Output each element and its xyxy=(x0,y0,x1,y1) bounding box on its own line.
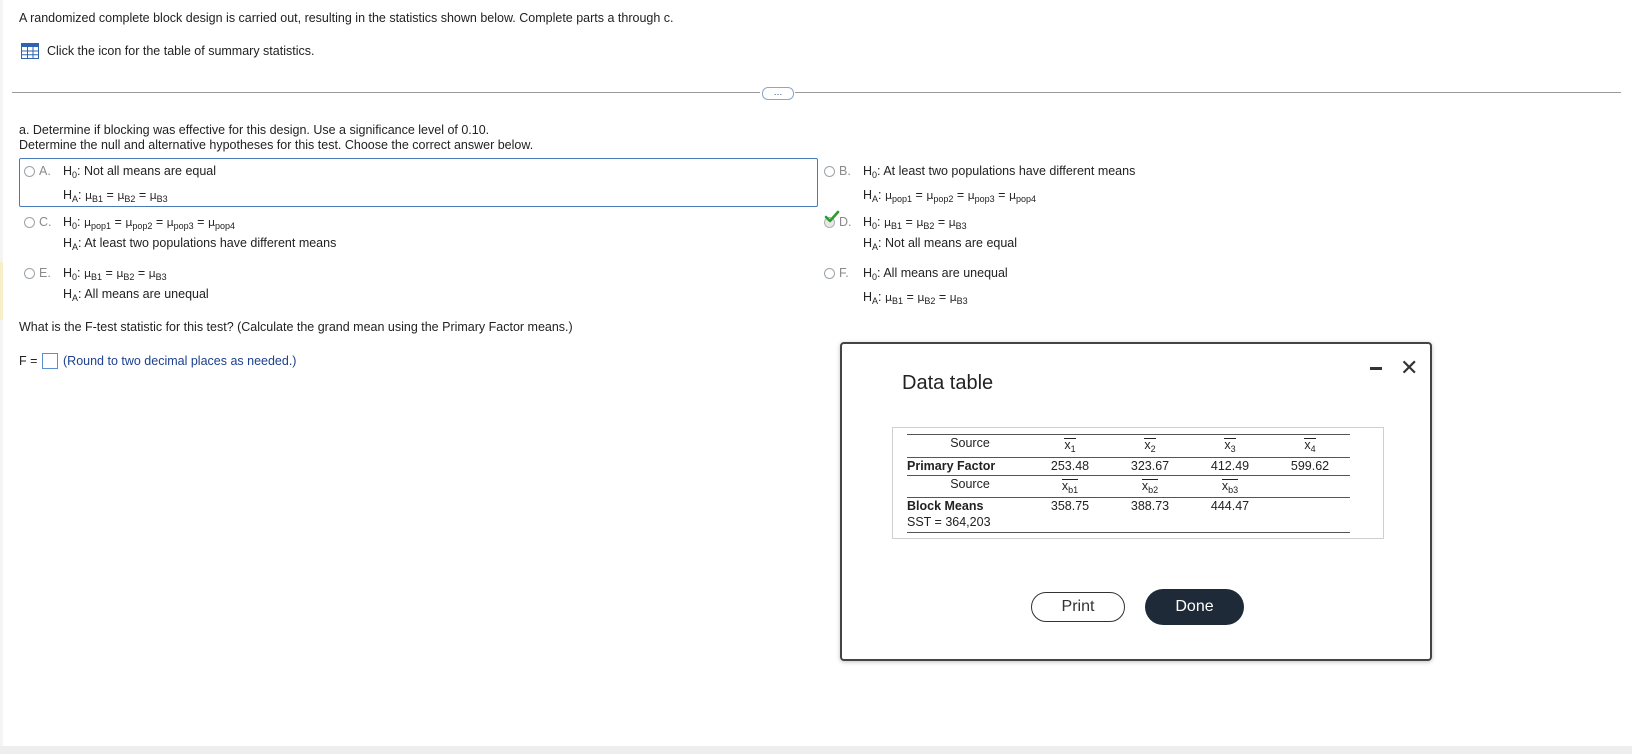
option-d-letter: D. xyxy=(839,215,852,229)
table-rule-2 xyxy=(907,457,1350,458)
option-b-letter: B. xyxy=(839,164,851,178)
primary-value-2: 323.67 xyxy=(1130,459,1170,473)
close-icon[interactable]: ✕ xyxy=(1400,357,1418,379)
option-f-radio[interactable] xyxy=(824,268,835,279)
option-c-radio[interactable] xyxy=(24,217,35,228)
block-value-3: 444.47 xyxy=(1210,499,1250,513)
xbar-b2-header: xb2 xyxy=(1141,479,1159,495)
primary-value-3: 412.49 xyxy=(1210,459,1250,473)
block-value-1: 358.75 xyxy=(1050,499,1090,513)
primary-factor-label: Primary Factor xyxy=(907,459,996,473)
option-e-radio[interactable] xyxy=(24,268,35,279)
option-c-letter: C. xyxy=(39,215,52,229)
left-edge xyxy=(0,0,3,746)
problem-statement: A randomized complete block design is ca… xyxy=(19,11,674,25)
option-c-alternative: HA: At least two populations have differ… xyxy=(63,236,337,252)
option-a-alternative: HA: μB1 = μB2 = μB3 xyxy=(63,188,168,204)
option-b-radio[interactable] xyxy=(824,166,835,177)
source-header-1: Source xyxy=(950,436,990,450)
done-button[interactable]: Done xyxy=(1145,589,1244,625)
option-a-null: H0: Not all means are equal xyxy=(63,164,217,180)
table-icon[interactable] xyxy=(21,43,39,59)
minimize-icon[interactable] xyxy=(1370,367,1382,370)
part-a-question: Determine the null and alternative hypot… xyxy=(19,138,534,152)
summary-statistics-link[interactable]: Click the icon for the table of summary … xyxy=(47,44,314,59)
xbar2-header: x2 xyxy=(1144,438,1156,454)
option-e-null: H0: μB1 = μB2 = μB3 xyxy=(63,266,167,282)
primary-value-4: 599.62 xyxy=(1290,459,1330,473)
option-f-letter: F. xyxy=(839,266,849,280)
xbar4-header: x4 xyxy=(1304,438,1316,454)
primary-value-1: 253.48 xyxy=(1050,459,1090,473)
option-e-alternative: HA: All means are unequal xyxy=(63,287,209,303)
divider-right xyxy=(795,92,1621,93)
xbar-b3-header: xb3 xyxy=(1221,479,1239,495)
xbar1-header: x1 xyxy=(1064,438,1076,454)
option-b-alternative: HA: μpop1 = μpop2 = μpop3 = μpop4 xyxy=(863,188,1036,204)
checkmark-icon xyxy=(824,210,840,223)
option-a-letter: A. xyxy=(39,164,51,178)
f-statistic-question: What is the F-test statistic for this te… xyxy=(19,320,573,334)
block-value-2: 388.73 xyxy=(1130,499,1170,513)
table-rule-4 xyxy=(907,497,1350,498)
option-a-radio[interactable] xyxy=(24,166,35,177)
part-a-instruction: a. Determine if blocking was effective f… xyxy=(19,123,490,137)
option-b-null: H0: At least two populations have differ… xyxy=(863,164,1136,180)
print-button[interactable]: Print xyxy=(1031,592,1125,622)
table-rule-3 xyxy=(907,475,1350,476)
option-e-letter: E. xyxy=(39,266,51,280)
f-answer-input[interactable] xyxy=(42,353,58,369)
option-f-alternative: HA: μB1 = μB2 = μB3 xyxy=(863,290,968,306)
xbar3-header: x3 xyxy=(1224,438,1236,454)
bottom-bar xyxy=(0,746,1632,754)
source-header-2: Source xyxy=(950,477,990,491)
option-c-null: H0: μpop1 = μpop2 = μpop3 = μpop4 xyxy=(63,215,235,231)
sst-value: SST = 364,203 xyxy=(907,515,991,529)
f-label: F = xyxy=(19,354,38,368)
option-d-alternative: HA: Not all means are equal xyxy=(863,236,1018,252)
table-rule-bottom xyxy=(907,532,1350,533)
option-d-null: H0: μB1 = μB2 = μB3 xyxy=(863,215,967,231)
rounding-hint: (Round to two decimal places as needed.) xyxy=(63,354,297,368)
dialog-title: Data table xyxy=(902,372,994,394)
option-f-null: H0: All means are unequal xyxy=(863,266,1008,282)
expand-button[interactable]: … xyxy=(762,87,794,100)
highlight-marker xyxy=(0,262,3,320)
table-rule-top xyxy=(907,434,1350,435)
divider-left xyxy=(12,92,760,93)
xbar-b1-header: xb1 xyxy=(1061,479,1079,495)
block-means-label: Block Means xyxy=(907,499,984,513)
